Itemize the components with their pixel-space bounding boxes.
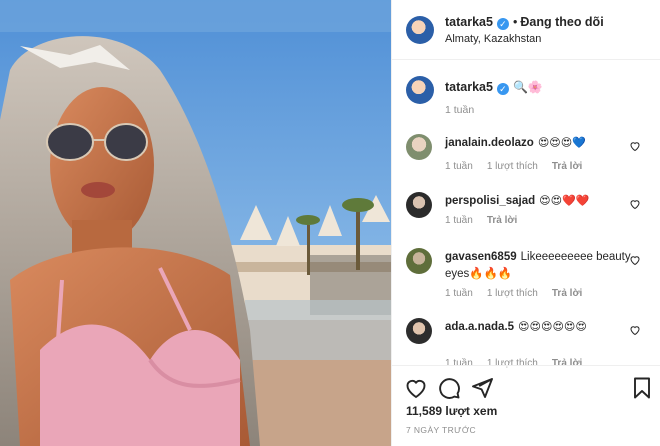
avatar[interactable] (406, 248, 432, 274)
comment-username[interactable]: perspolisi_sajad (445, 195, 535, 207)
comment-item: gavasen6859 Likeeeeeeeee beauty eyes🔥🔥🔥 1… (392, 244, 660, 304)
comment-text: ada.a.nada.5 😍😍😍😍😍😍 (445, 319, 635, 336)
avatar[interactable] (406, 16, 434, 44)
view-count[interactable]: 11,589 lượt xem (406, 404, 497, 418)
post-photo[interactable] (0, 0, 391, 446)
heart-icon[interactable] (629, 254, 641, 266)
comment-username[interactable]: ada.a.nada.5 (445, 321, 514, 333)
comment-item: perspolisi_sajad 😍😍❤️❤️ 1 tuần Trả lời (392, 188, 660, 248)
reply-button[interactable]: Trả lời (487, 215, 517, 226)
caption-time[interactable]: 1 tuần (445, 104, 474, 116)
share-icon[interactable] (470, 376, 494, 400)
comment-icon[interactable] (437, 376, 461, 400)
heart-icon[interactable] (629, 198, 641, 210)
avatar[interactable] (406, 76, 434, 104)
comment-username[interactable]: janalain.deolazo (445, 137, 534, 149)
comment-text: perspolisi_sajad 😍😍❤️❤️ (445, 193, 635, 210)
post-header: tatarka5 ✓ • Đang theo dõi Almaty, Kazakhst… (392, 0, 660, 60)
comment-body: 😍😍😍😍😍😍 (518, 321, 587, 333)
separator: • (512, 15, 518, 29)
username[interactable]: tatarka5 (445, 15, 493, 29)
post-timestamp[interactable]: 7 NGÀY TRƯỚC (406, 425, 476, 435)
post-caption: tatarka5 ✓ 🔍🌸 1 tuần (392, 60, 660, 125)
location-link[interactable]: Almaty, Kazakhstan (445, 33, 541, 45)
reply-button[interactable]: Trả lời (552, 161, 582, 172)
comment-time[interactable]: 1 tuần (445, 215, 473, 226)
avatar[interactable] (406, 192, 432, 218)
heart-icon[interactable] (629, 324, 641, 336)
following-button[interactable]: Đang theo dõi (520, 15, 603, 29)
reply-button[interactable]: Trả lời (552, 288, 582, 299)
heart-icon[interactable] (629, 140, 641, 152)
username[interactable]: tatarka5 (445, 80, 493, 94)
comment-body: 😍😍😍💙 (537, 137, 586, 149)
comment-item: janalain.deolazo 😍😍😍💙 1 tuần 1 lượt thích T… (392, 130, 660, 190)
comment-likes[interactable]: 1 lượt thích (487, 288, 538, 299)
post-side-panel: tatarka5 ✓ • Đang theo dõi Almaty, Kazakhst… (391, 0, 660, 446)
comment-body: 😍😍❤️❤️ (539, 195, 590, 207)
comment-text: janalain.deolazo 😍😍😍💙 (445, 135, 635, 152)
comment-username[interactable]: gavasen6859 (445, 251, 517, 263)
comment-time[interactable]: 1 tuần (445, 161, 473, 172)
avatar[interactable] (406, 134, 432, 160)
caption-text: 🔍🌸 (512, 80, 543, 94)
caption-author: tatarka5 ✓ 🔍🌸 (445, 80, 543, 95)
comment-text: gavasen6859 Likeeeeeeeee beauty eyes🔥🔥🔥 (445, 249, 635, 283)
comment-meta: 1 tuần 1 lượt thích Trả lời (445, 288, 596, 299)
comment-meta: 1 tuần Trả lời (445, 215, 531, 226)
comment-meta: 1 tuần 1 lượt thích Trả lời (445, 161, 596, 172)
avatar[interactable] (406, 318, 432, 344)
post-author[interactable]: tatarka5 ✓ • Đang theo dõi (445, 15, 604, 30)
bookmark-icon[interactable] (630, 376, 654, 400)
post-image (0, 0, 391, 446)
comment-likes[interactable]: 1 lượt thích (487, 161, 538, 172)
heart-icon[interactable] (404, 376, 428, 400)
post-actions: 11,589 lượt xem 7 NGÀY TRƯỚC (392, 365, 660, 446)
verified-badge-icon: ✓ (496, 18, 509, 30)
comment-time[interactable]: 1 tuần (445, 288, 473, 299)
verified-badge-icon: ✓ (496, 83, 509, 95)
